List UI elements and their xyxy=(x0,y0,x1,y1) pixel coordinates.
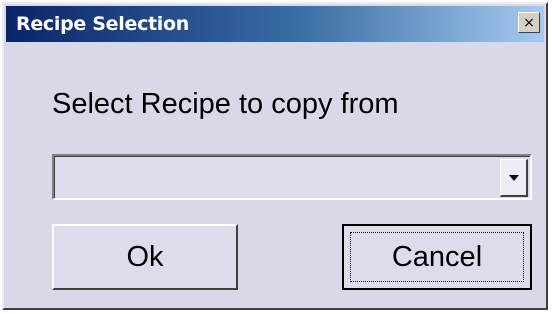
prompt-label: Select Recipe to copy from xyxy=(52,88,399,120)
close-button[interactable]: × xyxy=(518,12,540,33)
cancel-button[interactable]: Cancel xyxy=(342,224,532,290)
ok-button[interactable]: Ok xyxy=(52,224,238,290)
cancel-focus-rect: Cancel xyxy=(350,232,524,282)
cancel-button-label: Cancel xyxy=(391,240,483,273)
recipe-dropdown[interactable] xyxy=(52,154,532,200)
dropdown-arrow-button[interactable] xyxy=(500,159,528,197)
recipe-dropdown-field[interactable] xyxy=(54,156,530,198)
recipe-selection-dialog: Recipe Selection × Select Recipe to copy… xyxy=(2,2,548,310)
title-bar[interactable]: Recipe Selection × xyxy=(6,6,544,42)
window-title: Recipe Selection xyxy=(16,13,190,35)
chevron-down-icon xyxy=(508,174,519,181)
close-icon: × xyxy=(523,14,535,31)
ok-button-label: Ok xyxy=(126,240,164,273)
